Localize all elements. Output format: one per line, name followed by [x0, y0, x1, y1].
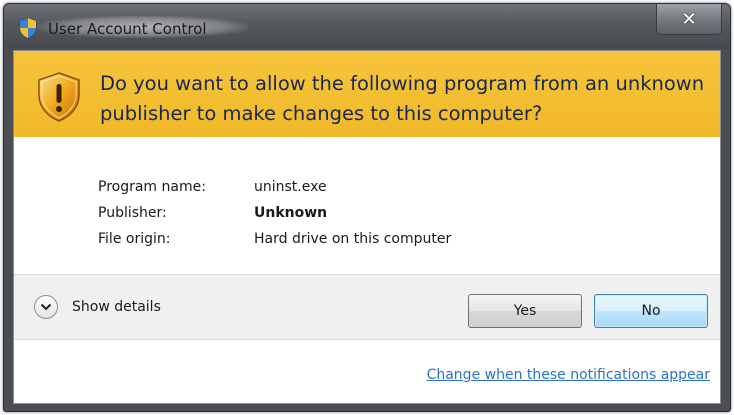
- button-bar: Show details Yes No: [14, 274, 720, 340]
- yes-button[interactable]: Yes: [468, 294, 582, 328]
- window-title: User Account Control: [48, 20, 207, 38]
- change-notifications-link[interactable]: Change when these notifications appear: [427, 367, 710, 383]
- show-details-label[interactable]: Show details: [72, 299, 161, 315]
- file-origin-value: Hard drive on this computer: [254, 231, 452, 247]
- publisher-label: Publisher:: [98, 205, 167, 221]
- program-details: Program name: uninst.exe Publisher: Unkn…: [98, 174, 451, 252]
- consent-question: Do you want to allow the following progr…: [100, 72, 705, 125]
- uac-shield-icon: [19, 17, 37, 39]
- no-button[interactable]: No: [594, 294, 708, 328]
- publisher-value: Unknown: [254, 205, 328, 221]
- close-button[interactable]: ✕: [656, 4, 722, 35]
- uac-dialog: User Account Control ✕ Do you want to al…: [3, 3, 731, 412]
- program-name-label: Program name:: [98, 179, 206, 195]
- dialog-body: Do you want to allow the following progr…: [13, 50, 721, 404]
- warning-banner: Do you want to allow the following progr…: [14, 51, 720, 137]
- file-origin-row: File origin: Hard drive on this computer: [98, 226, 451, 252]
- chevron-down-icon[interactable]: [34, 295, 58, 319]
- file-origin-label: File origin:: [98, 231, 171, 247]
- publisher-row: Publisher: Unknown: [98, 200, 451, 226]
- program-name-row: Program name: uninst.exe: [98, 174, 451, 200]
- title-bar[interactable]: User Account Control ✕: [4, 4, 730, 50]
- warning-shield-icon: [38, 72, 80, 122]
- show-details-toggle[interactable]: Show details: [34, 295, 161, 319]
- program-name-value: uninst.exe: [254, 179, 327, 195]
- close-icon: ✕: [681, 8, 697, 30]
